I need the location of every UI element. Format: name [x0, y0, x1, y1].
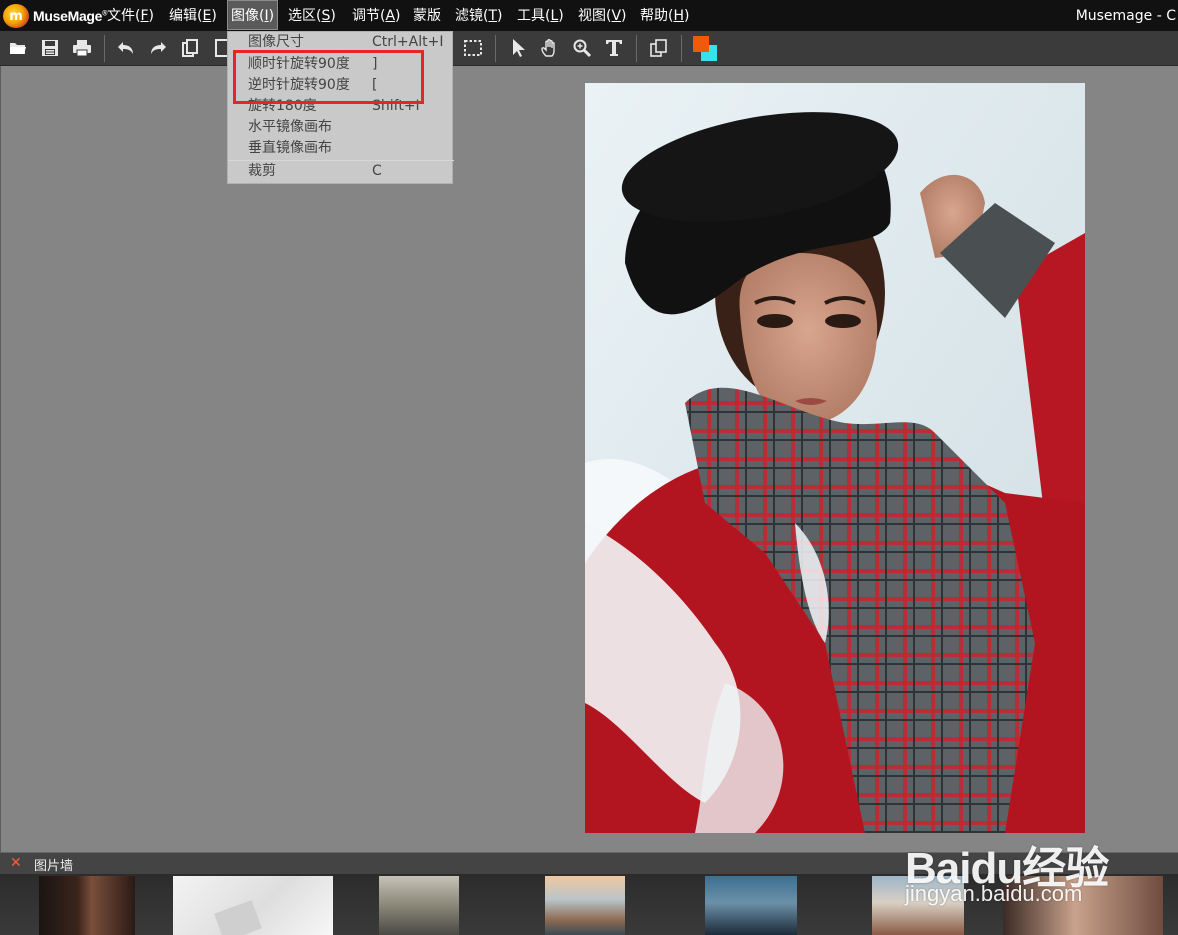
menu-item-flip-vertical[interactable]: 垂直镜像画布 — [228, 138, 454, 159]
marquee-select-icon[interactable] — [462, 37, 484, 59]
color-swatch-icon[interactable] — [691, 35, 719, 61]
window-title: Musemage - C — [1075, 8, 1176, 24]
menu-item-crop[interactable]: 裁剪 C — [228, 160, 454, 181]
toolbar-separator — [495, 35, 496, 62]
close-icon[interactable]: ✕ — [10, 855, 22, 871]
menu-view[interactable]: 视图(V) — [575, 0, 630, 31]
layers-icon[interactable] — [648, 37, 670, 59]
baidu-watermark: Baidu经验 jingyan.baidu.com — [905, 830, 1175, 910]
print-icon[interactable] — [71, 37, 93, 59]
toolbar-separator — [104, 35, 105, 62]
toolbar-separator — [636, 35, 637, 62]
photo-wall-title: 图片墙 — [34, 859, 74, 874]
annotation-highlight-box — [233, 50, 424, 104]
thumbnail[interactable] — [39, 876, 135, 935]
thumbnail-detail — [214, 900, 262, 935]
menu-item-flip-horizontal[interactable]: 水平镜像画布 — [228, 117, 454, 138]
toolbar-separator — [681, 35, 682, 62]
thumbnail[interactable] — [173, 876, 333, 935]
menu-item-shortcut: C — [372, 163, 382, 179]
menu-file[interactable]: 文件(F) — [104, 0, 157, 31]
hand-icon[interactable] — [539, 37, 561, 59]
musemage-window: m MuseMage® 文件(F) 编辑(E) 图像(I) 选区(S) 调节(A… — [0, 0, 1178, 935]
thumbnail[interactable] — [545, 876, 625, 935]
toolbar — [0, 31, 1178, 66]
opened-image[interactable] — [585, 83, 1085, 833]
menu-adjust[interactable]: 调节(A) — [349, 0, 404, 31]
thumbnail[interactable] — [705, 876, 797, 935]
menu-mask[interactable]: 蒙版 — [410, 0, 444, 31]
pointer-icon[interactable] — [507, 37, 529, 59]
redo-icon[interactable] — [147, 37, 169, 59]
menu-filter[interactable]: 滤镜(T) — [452, 0, 506, 31]
menu-item-label: 垂直镜像画布 — [248, 140, 332, 156]
menu-item-label: 裁剪 — [248, 163, 276, 179]
watermark-url: jingyan.baidu.com — [905, 881, 1083, 906]
menubar: m MuseMage® 文件(F) 编辑(E) 图像(I) 选区(S) 调节(A… — [0, 0, 1178, 31]
copy-icon[interactable] — [179, 37, 201, 59]
menu-edit[interactable]: 编辑(E) — [166, 0, 220, 31]
menu-tools[interactable]: 工具(L) — [514, 0, 567, 31]
open-folder-icon[interactable] — [7, 37, 29, 59]
foreground-color-swatch[interactable] — [693, 36, 709, 52]
portrait-photo — [585, 83, 1085, 833]
zoom-icon[interactable] — [571, 37, 593, 59]
text-icon[interactable] — [603, 37, 625, 59]
menu-image[interactable]: 图像(I) — [227, 0, 279, 30]
undo-icon[interactable] — [115, 37, 137, 59]
brand-name: MuseMage® — [33, 8, 108, 24]
menu-select[interactable]: 选区(S) — [285, 0, 339, 31]
thumbnail[interactable] — [379, 876, 459, 935]
musemage-logo-icon: m — [3, 4, 29, 28]
menu-help[interactable]: 帮助(H) — [637, 0, 692, 31]
save-icon[interactable] — [39, 37, 61, 59]
menu-item-label: 水平镜像画布 — [248, 119, 332, 135]
